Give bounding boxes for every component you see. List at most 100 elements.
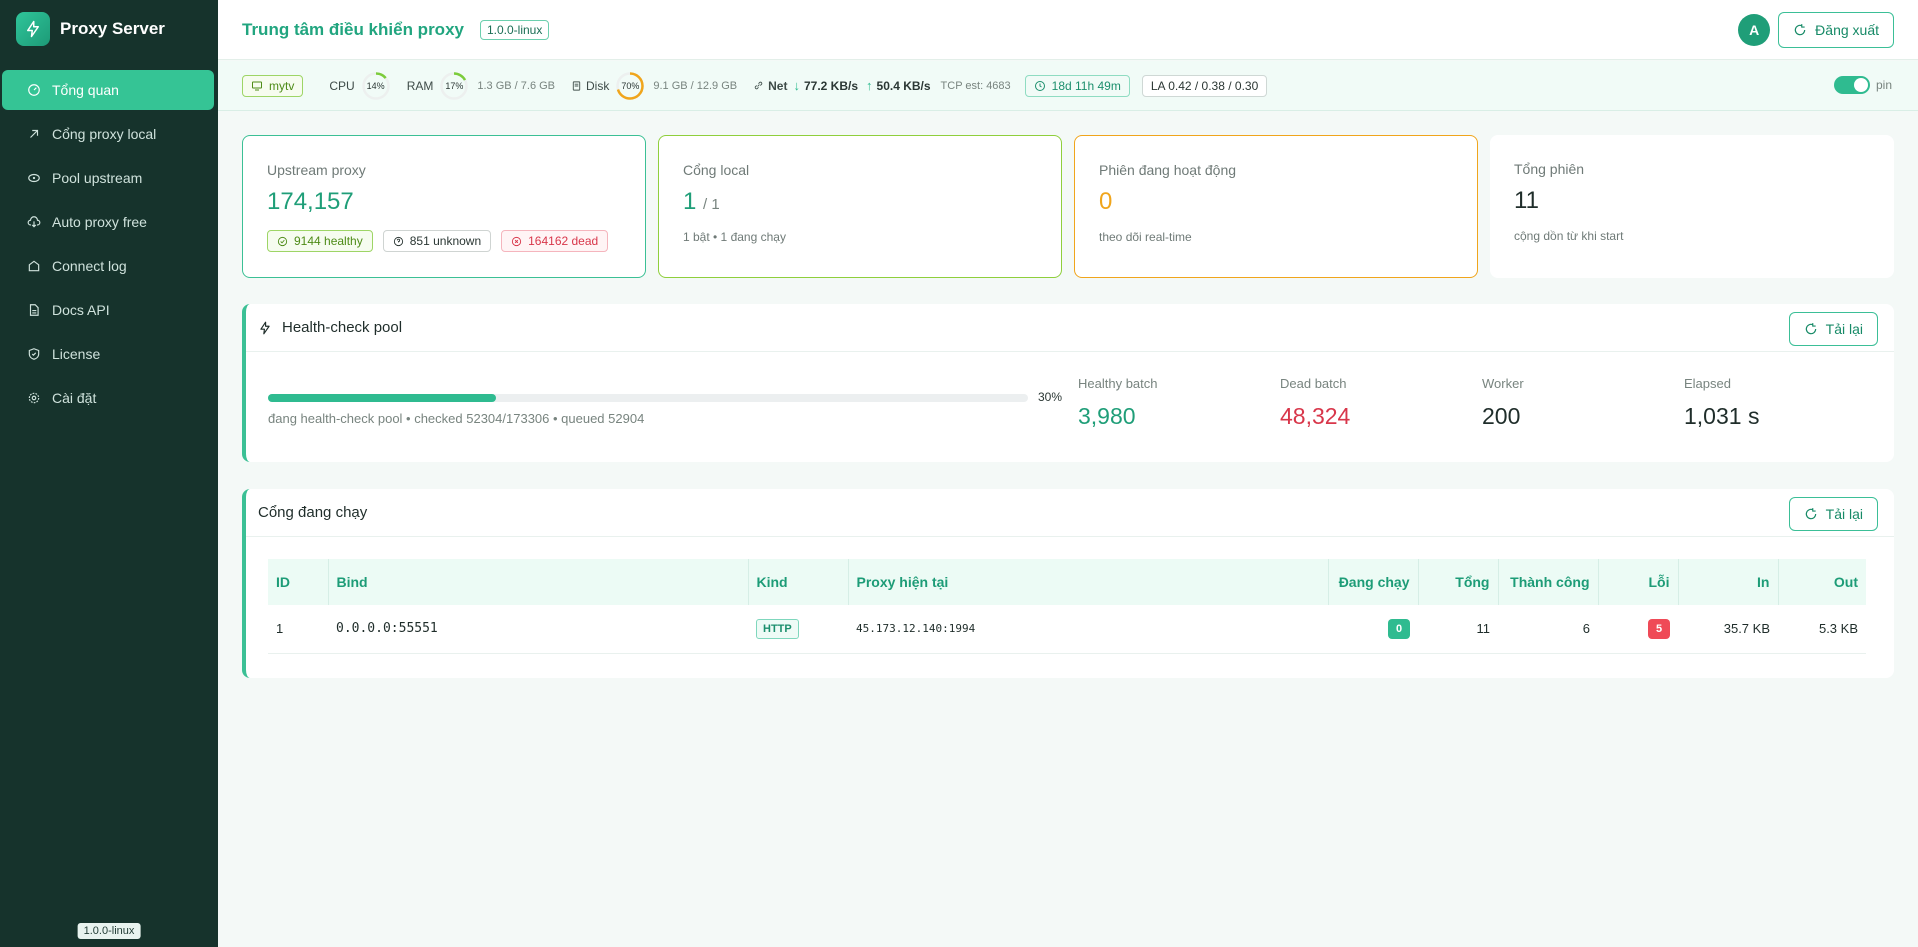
arrow-down-icon: ↓ <box>793 78 800 93</box>
local-ports-total: / 1 <box>703 196 720 213</box>
page-title: Trung tâm điều khiển proxy <box>242 19 464 39</box>
total-sessions-card: Tổng phiên 11 cộng dồn từ khi start <box>1490 135 1894 278</box>
cell-kind: HTTP <box>748 605 848 654</box>
cloud-download-icon <box>26 214 42 230</box>
elapsed-stat: Elapsed 1,031 s <box>1684 376 1759 430</box>
sidebar-item-overview[interactable]: Tổng quan <box>2 70 214 110</box>
ram-metric: RAM 17% 1.3 GB / 7.6 GB <box>407 71 555 101</box>
cpu-label: CPU <box>329 78 355 93</box>
healthy-batch-stat: Healthy batch 3,980 <box>1078 376 1158 430</box>
health-progress-bar <box>268 394 1028 402</box>
disk-value: 70% <box>621 80 640 91</box>
dead-batch-stat: Dead batch 48,324 <box>1280 376 1350 430</box>
unknown-pill: 851 unknown <box>382 230 492 252</box>
link-icon <box>753 80 764 91</box>
col-errors[interactable]: Lỗi <box>1598 559 1679 605</box>
upstream-value: 174,157 <box>267 188 354 215</box>
cell-current-proxy: 45.173.12.140:1994 <box>848 605 1328 654</box>
worker-value: 200 <box>1482 403 1521 429</box>
healthy-batch-label: Healthy batch <box>1078 376 1158 391</box>
health-check-panel: Health-check pool Tải lại 30% đang healt… <box>242 304 1894 462</box>
active-sessions-card: Phiên đang hoạt động 0 theo dõi real-tim… <box>1074 135 1478 278</box>
logout-button[interactable]: Đăng xuất <box>1778 12 1894 48</box>
question-circle-icon <box>393 236 404 247</box>
worker-label: Worker <box>1482 376 1524 391</box>
cell-in: 35.7 KB <box>1678 605 1778 654</box>
pin-toggle[interactable] <box>1833 76 1870 94</box>
dashboard-icon <box>26 82 42 98</box>
health-check-title: Health-check pool <box>282 319 403 336</box>
running-ports-title: Cổng đang chạy <box>258 504 368 521</box>
active-sessions-label: Phiên đang hoạt động <box>1099 162 1237 178</box>
refresh-icon <box>1804 507 1818 521</box>
ram-label: RAM <box>406 78 434 93</box>
sidebar-item-docs-api[interactable]: Docs API <box>2 290 214 330</box>
sidebar-item-pool-upstream[interactable]: Pool upstream <box>2 158 214 198</box>
app-title: Proxy Server <box>60 19 165 38</box>
col-in[interactable]: In <box>1678 559 1779 605</box>
cell-bind: 0.0.0.0:55551 <box>328 605 748 654</box>
health-progress-fill <box>268 394 496 402</box>
avatar[interactable]: A <box>1738 14 1771 46</box>
host-name: mytv <box>269 78 295 93</box>
net-label: Net <box>768 78 788 93</box>
reload-label: Tải lại <box>1825 506 1863 522</box>
elapsed-label: Elapsed <box>1684 376 1731 391</box>
healthy-pill: 9144 healthy <box>267 230 373 252</box>
healthy-batch-value: 3,980 <box>1078 403 1136 429</box>
dead-pill: 164162 dead <box>501 230 609 252</box>
total-sessions-sub: cộng dồn từ khi start <box>1514 229 1624 243</box>
health-reload-button[interactable]: Tải lại <box>1788 312 1878 346</box>
sidebar: Proxy Server Tổng quan Cổng proxy local … <box>0 0 218 947</box>
col-total[interactable]: Tổng <box>1418 559 1499 605</box>
dead-batch-value: 48,324 <box>1280 403 1351 429</box>
total-sessions-value: 11 <box>1514 187 1539 214</box>
sidebar-item-settings[interactable]: Cài đặt <box>2 378 214 418</box>
col-id[interactable]: ID <box>268 559 329 605</box>
col-current-proxy[interactable]: Proxy hiện tại <box>848 559 1329 605</box>
gear-icon <box>26 390 42 406</box>
upstream-label: Upstream proxy <box>267 162 366 178</box>
cell-errors: 5 <box>1598 605 1678 654</box>
elapsed-value: 1,031 s <box>1684 403 1760 429</box>
pool-icon <box>26 170 42 186</box>
log-icon <box>26 258 42 274</box>
cpu-value: 14% <box>366 80 385 91</box>
clock-icon <box>1034 80 1046 92</box>
cell-out: 5.3 KB <box>1778 605 1866 654</box>
pin-label: pin <box>1875 78 1892 92</box>
health-check-header: Health-check pool <box>246 304 1894 352</box>
ram-gauge: 17% <box>439 71 469 101</box>
sidebar-item-label: Cài đặt <box>52 390 97 406</box>
col-kind[interactable]: Kind <box>748 559 849 605</box>
ports-reload-button[interactable]: Tải lại <box>1788 497 1878 531</box>
total-sessions-label: Tổng phiên <box>1514 161 1585 177</box>
col-out[interactable]: Out <box>1778 559 1866 605</box>
sidebar-item-connect-log[interactable]: Connect log <box>2 246 214 286</box>
col-success[interactable]: Thành công <box>1498 559 1599 605</box>
uptime-value: 18d 11h 49m <box>1051 78 1121 93</box>
sidebar-item-local-ports[interactable]: Cổng proxy local <box>2 114 214 154</box>
disk-metric: Disk 70% 9.1 GB / 12.9 GB <box>571 71 737 101</box>
sidebar-item-label: Tổng quan <box>52 82 119 98</box>
local-ports-card: Cổng local 1 / 1 1 bật • 1 đang chạy <box>658 135 1062 278</box>
table-header-row: ID Bind Kind Proxy hiện tại Đang chạy Tổ… <box>268 559 1866 605</box>
running-ports-header: Cổng đang chạy <box>246 489 1894 537</box>
logout-icon <box>1793 23 1807 37</box>
upstream-proxy-card: Upstream proxy 174,157 9144 healthy 851 … <box>242 135 646 278</box>
col-bind[interactable]: Bind <box>328 559 749 605</box>
table-row[interactable]: 1 0.0.0.0:55551 HTTP 45.173.12.140:1994 … <box>268 605 1866 654</box>
sidebar-item-auto-proxy[interactable]: Auto proxy free <box>2 202 214 242</box>
col-running[interactable]: Đang chạy <box>1328 559 1419 605</box>
errors-badge: 5 <box>1648 618 1670 639</box>
sidebar-item-label: License <box>52 346 101 362</box>
version-badge: 1.0.0-linux <box>479 19 550 40</box>
sidebar-item-license[interactable]: License <box>2 334 214 374</box>
healthy-count: 9144 healthy <box>294 234 363 248</box>
check-circle-icon <box>277 236 288 247</box>
ram-usage: 1.3 GB / 7.6 GB <box>477 79 556 92</box>
arrow-up-icon: ↑ <box>866 78 873 93</box>
system-status-bar: mytv CPU 14% RAM 17% 1.3 GB / 7.6 GB Dis… <box>218 61 1918 111</box>
kind-badge: HTTP <box>756 618 799 639</box>
ram-value: 17% <box>445 80 464 91</box>
